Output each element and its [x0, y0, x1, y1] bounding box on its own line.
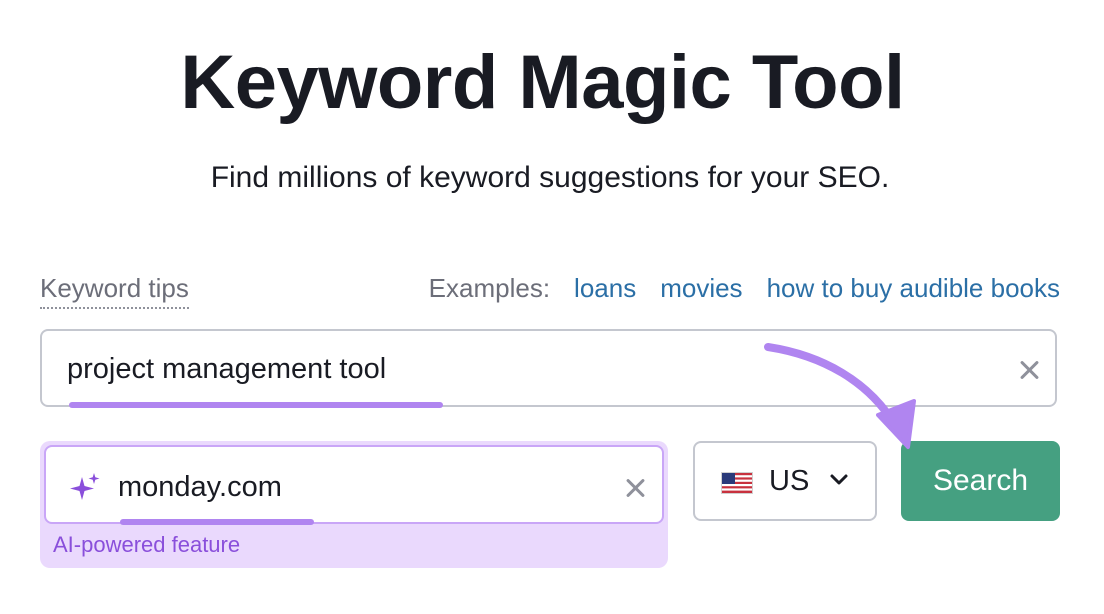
page-title: Keyword Magic Tool [180, 40, 905, 125]
examples-row: Examples: loans movies how to buy audibl… [429, 270, 1060, 306]
chevron-down-icon [830, 474, 848, 485]
ai-feature-label: AI-powered feature [53, 532, 241, 557]
keyword-magic-tool-page: Keyword Magic Tool Find millions of keyw… [0, 0, 1104, 614]
domain-input[interactable]: monday.com [44, 445, 664, 525]
example-link-loans[interactable]: loans [574, 270, 636, 306]
ai-feature-box: monday.com AI-powered feature [40, 441, 668, 568]
examples-label: Examples: [428, 273, 551, 303]
keyword-highlight-underline [69, 402, 443, 408]
example-link-movies[interactable]: movies [660, 270, 742, 306]
country-code: US [769, 465, 810, 497]
clear-domain-close-icon[interactable] [624, 476, 646, 498]
us-flag-icon [721, 472, 753, 494]
page-subtitle: Find millions of keyword suggestions for… [210, 161, 890, 194]
domain-highlight-underline [120, 519, 314, 525]
sparkle-icon [70, 473, 100, 500]
arrow-annotation-icon [764, 343, 916, 449]
keyword-input-value: project management tool [67, 353, 387, 385]
example-link-audible-books[interactable]: how to buy audible books [767, 270, 1060, 306]
domain-input-value: monday.com [118, 471, 282, 503]
clear-keyword-close-icon[interactable] [1018, 358, 1040, 380]
keyword-tips-link[interactable]: Keyword tips [40, 270, 189, 309]
